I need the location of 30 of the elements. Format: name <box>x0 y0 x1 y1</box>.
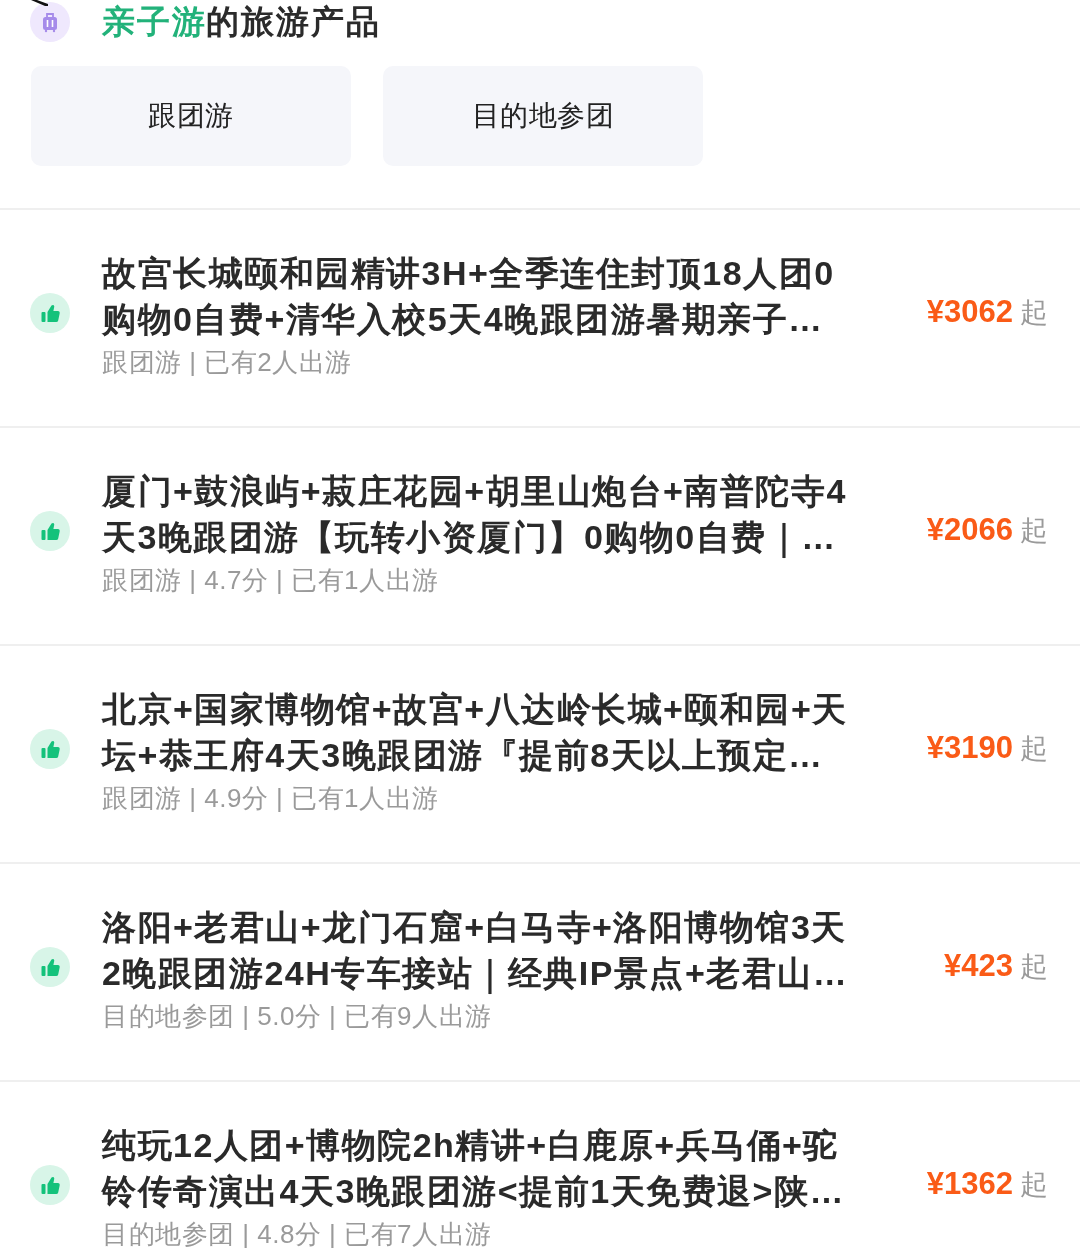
price-suffix: 起 <box>1020 732 1048 766</box>
product-title[interactable]: 北京+国家博物馆+故宫+八达岭长城+颐和园+天坛+恭王府4天3晚跟团游『提前8天以上预定… <box>102 686 854 778</box>
suitcase-icon <box>30 2 70 42</box>
product-price: ¥2066 <box>926 512 1013 548</box>
product-title[interactable]: 厦门+鼓浪屿+菽庄花园+胡里山炮台+南普陀寺4天3晚跟团游【玩转小资厦门】0购物0自费｜… <box>102 468 854 560</box>
price-suffix: 起 <box>1020 296 1048 330</box>
thumbs-up-icon <box>30 1165 70 1205</box>
product-price: ¥3190 <box>926 730 1013 766</box>
price-suffix: 起 <box>1020 1168 1048 1202</box>
price-suffix: 起 <box>1020 514 1048 548</box>
product-title[interactable]: 故宫长城颐和园精讲3H+全季连住封顶18人团0购物0自费+清华入校5天4晚跟团游暑期亲子… <box>102 250 854 342</box>
product-meta: 跟团游 | 4.9分 | 已有1人出游 <box>102 784 440 812</box>
thumbs-up-icon <box>30 511 70 551</box>
thumbs-up-icon <box>30 293 70 333</box>
thumbs-up-icon <box>30 947 70 987</box>
filter-button[interactable]: 目的地参团 <box>383 66 703 166</box>
back-icon[interactable] <box>31 0 48 6</box>
price-suffix: 起 <box>1020 950 1048 984</box>
product-price: ¥1362 <box>926 1166 1013 1202</box>
product-price: ¥3062 <box>926 294 1013 330</box>
header-title: 亲子游的旅游产品 <box>102 2 381 42</box>
filter-button[interactable]: 跟团游 <box>31 66 351 166</box>
thumbs-up-icon <box>30 729 70 769</box>
product-title[interactable]: 洛阳+老君山+龙门石窟+白马寺+洛阳博物馆3天2晚跟团游24H专车接站｜经典IP景点+老君山… <box>102 904 854 996</box>
product-meta: 跟团游 | 已有2人出游 <box>102 348 353 376</box>
product-price: ¥423 <box>944 948 1013 984</box>
product-meta: 目的地参团 | 4.8分 | 已有7人出游 <box>102 1220 493 1248</box>
product-title[interactable]: 纯玩12人团+博物院2h精讲+白鹿原+兵马俑+驼铃传奇演出4天3晚跟团游<提前1天免费退>陕… <box>102 1122 854 1214</box>
product-meta: 目的地参团 | 5.0分 | 已有9人出游 <box>102 1002 493 1030</box>
product-meta: 跟团游 | 4.7分 | 已有1人出游 <box>102 566 440 594</box>
